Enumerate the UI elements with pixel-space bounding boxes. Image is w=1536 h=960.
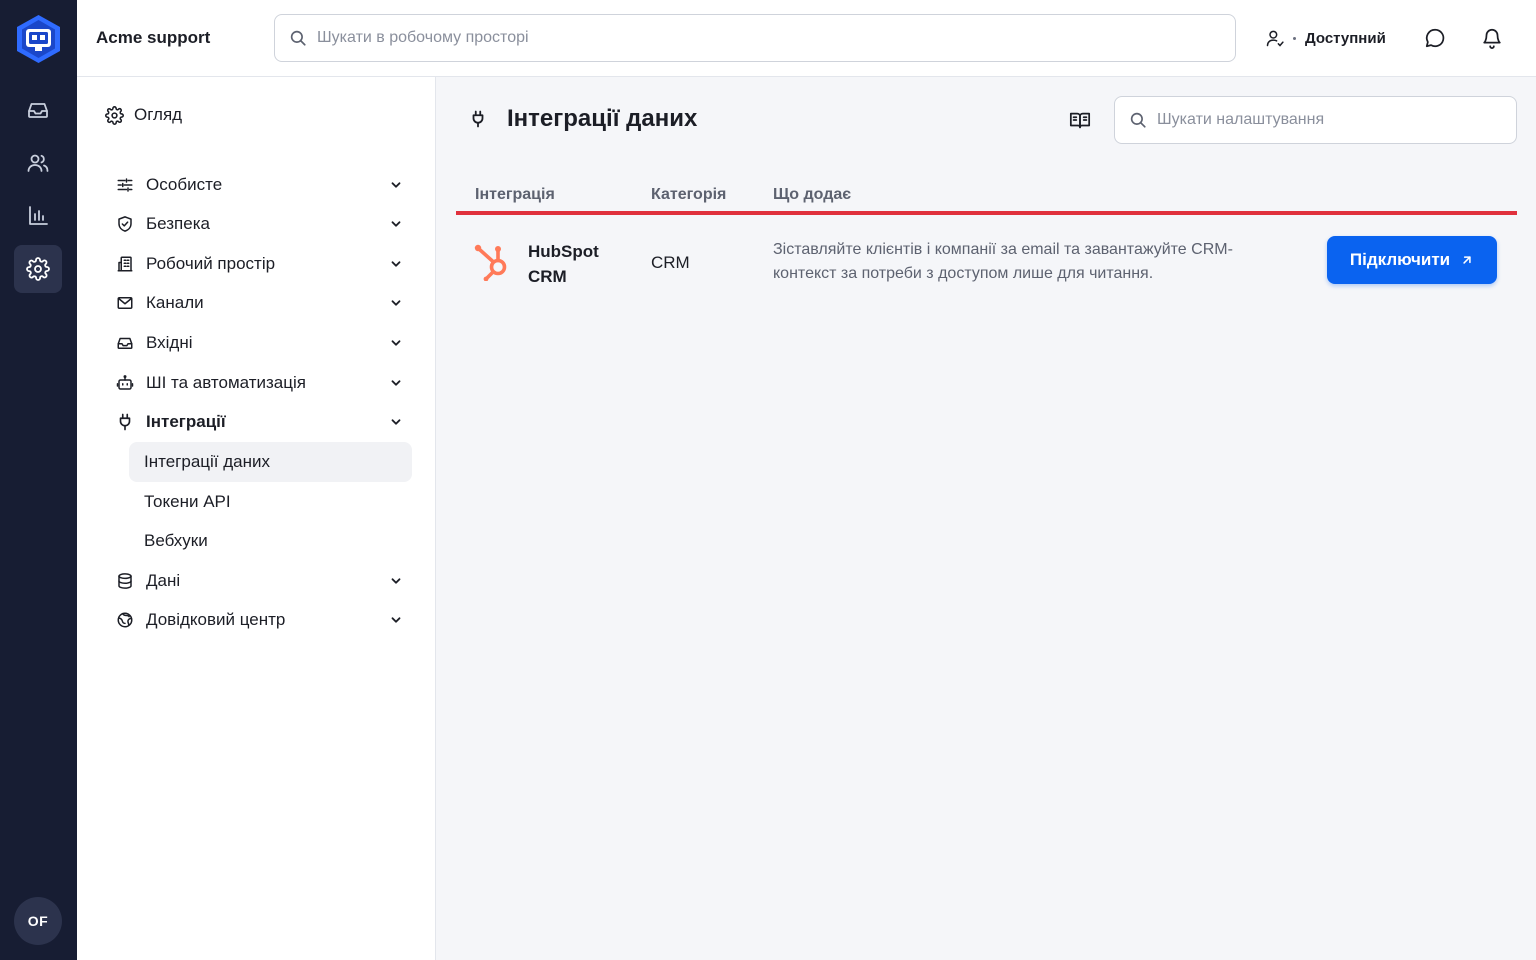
- chevron-down-icon: [391, 617, 401, 623]
- connect-button[interactable]: Підключити: [1327, 236, 1497, 284]
- nav-section-label: Вхідні: [146, 333, 193, 352]
- notifications-button[interactable]: [1480, 26, 1504, 50]
- rail-reports-button[interactable]: [14, 192, 62, 240]
- nav-section-workspace[interactable]: Робочий простір: [115, 248, 403, 280]
- hubspot-logo-icon: [474, 244, 507, 281]
- search-icon: [290, 30, 306, 46]
- gear-icon: [105, 105, 124, 125]
- user-avatar[interactable]: OF: [14, 897, 62, 945]
- chevron-down-icon: [391, 300, 401, 306]
- integration-description: Зіставляйте клієнтів і компанії за email…: [773, 241, 1233, 282]
- column-header-description[interactable]: Що додає: [773, 186, 851, 204]
- building-icon: [117, 256, 133, 272]
- inbox-icon: [28, 103, 48, 118]
- integrations-table: Інтеграція Категорія Що додає HubSpot CR…: [456, 177, 1517, 301]
- inbox-icon: [117, 337, 133, 349]
- nav-section-ai-automation[interactable]: ШІ та автоматизація: [115, 367, 403, 399]
- status-separator: [1293, 36, 1296, 40]
- table-row: HubSpot CRM CRM Зіставляйте клієнтів і к…: [456, 215, 1517, 301]
- rail-inbox-button[interactable]: [14, 86, 62, 134]
- availability-status[interactable]: Доступний: [1265, 26, 1386, 50]
- chevron-down-icon: [391, 221, 401, 227]
- database-icon: [118, 573, 132, 589]
- bell-icon: [1483, 28, 1501, 49]
- nav-section-security[interactable]: Безпека: [115, 208, 403, 240]
- column-header-integration[interactable]: Інтеграція: [475, 186, 555, 204]
- nav-section-channels[interactable]: Канали: [115, 287, 403, 319]
- chat-bubble-icon: [1425, 28, 1445, 48]
- reports-icon: [29, 206, 48, 225]
- app-rail: OF: [0, 0, 77, 960]
- nav-section-label: Особисте: [146, 175, 223, 194]
- global-search-input[interactable]: [317, 29, 1235, 47]
- nav-section-label: Дані: [146, 571, 181, 590]
- rail-users-button[interactable]: [14, 139, 62, 187]
- bot-icon: [116, 375, 134, 390]
- nav-section-label: Робочий простір: [146, 254, 276, 273]
- sliders-icon: [117, 178, 133, 192]
- table-header: Інтеграція Категорія Що додає: [456, 177, 1517, 215]
- nav-section-label: Довідковий центр: [146, 610, 286, 629]
- chevron-down-icon: [391, 182, 401, 188]
- settings-search-input[interactable]: [1157, 111, 1516, 129]
- app-logo-icon[interactable]: [15, 14, 62, 64]
- settings-icon: [26, 257, 50, 281]
- plug-icon: [119, 413, 131, 431]
- integration-category: CRM: [651, 253, 690, 272]
- nav-section-integrations[interactable]: Інтеграції: [115, 406, 403, 438]
- settings-search[interactable]: [1114, 96, 1517, 144]
- nav-section-label: Інтеграції: [146, 412, 226, 431]
- plug-icon: [472, 110, 484, 128]
- chevron-down-icon: [391, 578, 401, 584]
- page-title: Інтеграції даних: [507, 105, 698, 132]
- workspace-name[interactable]: Acme support: [96, 28, 210, 48]
- chevron-down-icon: [391, 419, 401, 425]
- nav-section-label: Канали: [146, 293, 204, 312]
- nav-section-help-center[interactable]: Довідковий центр: [115, 604, 403, 636]
- nav-section-data[interactable]: Дані: [115, 565, 403, 597]
- search-icon: [1130, 112, 1146, 128]
- status-label: Доступний: [1305, 29, 1386, 47]
- column-header-category[interactable]: Категорія: [651, 186, 726, 204]
- global-search[interactable]: [274, 14, 1236, 62]
- users-icon: [27, 154, 49, 172]
- nav-section-label: ШІ та автоматизація: [146, 373, 306, 392]
- external-link-arrow-icon: [1463, 256, 1471, 264]
- settings-sidebar: Огляд Особисте Безпека Робочий простір К…: [77, 77, 436, 960]
- page-header: Інтеграції даних: [469, 105, 697, 133]
- top-bar: Acme support Доступний: [77, 0, 1536, 77]
- rail-settings-button[interactable]: [14, 245, 62, 293]
- shield-icon: [118, 216, 132, 232]
- main-content: Інтеграції даних Інтеграція Категорія Що…: [437, 77, 1536, 960]
- nav-section-personal[interactable]: Особисте: [115, 169, 403, 201]
- nav-overview[interactable]: Огляд: [105, 105, 182, 125]
- nav-subitem-webhooks[interactable]: Вебхуки: [129, 521, 412, 561]
- chevron-down-icon: [391, 340, 401, 346]
- mail-icon: [117, 297, 133, 309]
- nav-subitem-api-tokens[interactable]: Токени API: [129, 482, 412, 522]
- globe-icon: [117, 612, 133, 628]
- docs-button[interactable]: [1069, 109, 1091, 131]
- nav-section-label: Безпека: [146, 214, 210, 233]
- chat-button[interactable]: [1423, 26, 1447, 50]
- chevron-down-icon: [391, 380, 401, 386]
- nav-overview-label: Огляд: [134, 105, 183, 124]
- user-status-icon: [1266, 30, 1284, 47]
- connect-button-label: Підключити: [1349, 250, 1451, 269]
- chevron-down-icon: [391, 261, 401, 267]
- nav-subitem-data-integrations[interactable]: Інтеграції даних: [129, 442, 412, 482]
- nav-section-inbox[interactable]: Вхідні: [115, 327, 403, 359]
- book-open-icon: [1069, 112, 1091, 129]
- integration-name: HubSpot CRM: [528, 242, 599, 286]
